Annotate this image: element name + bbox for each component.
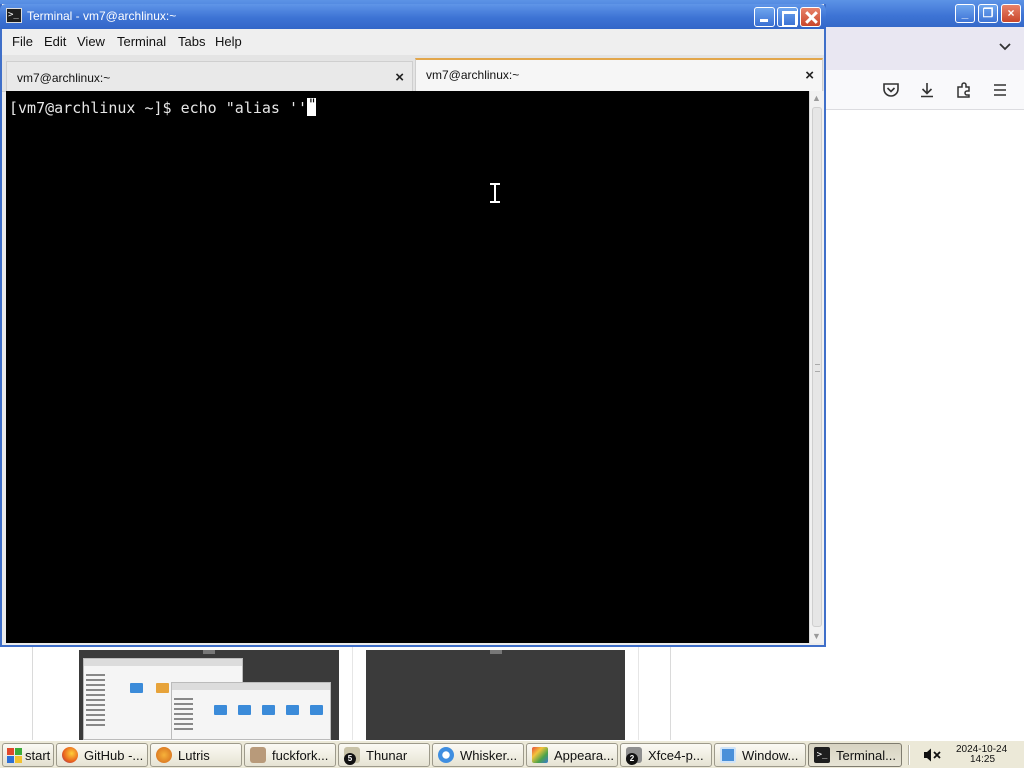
tab-terminal-1[interactable]: vm7@archlinux:~ ×: [6, 61, 413, 92]
firefox-icon: [62, 747, 78, 763]
taskbar-item-label: Lutris: [178, 748, 210, 763]
start-label: start: [25, 748, 51, 763]
command-text: echo "alias '': [180, 99, 308, 117]
prompt: [vm7@archlinux ~]$: [9, 99, 181, 117]
extensions-icon[interactable]: [953, 79, 975, 101]
command-line: [vm7@archlinux ~]$ echo "alias '' ": [9, 97, 317, 117]
minimize-button[interactable]: [754, 7, 775, 27]
text-cursor: ": [307, 97, 317, 116]
cursor-char: ": [308, 97, 317, 113]
clock-time[interactable]: 14:25: [970, 754, 995, 765]
divider: [638, 640, 639, 740]
chevron-down-icon[interactable]: [998, 39, 1012, 55]
terminal-icon: >_: [814, 747, 830, 763]
menu-icon[interactable]: [989, 79, 1011, 101]
screenshot-thumbnail[interactable]: [79, 650, 339, 740]
taskbar-item-whisker[interactable]: Whisker...: [432, 743, 524, 767]
taskbar-item-thunar[interactable]: 5 Thunar: [338, 743, 430, 767]
taskbar-item-appearance[interactable]: Appeara...: [526, 743, 618, 767]
start-icon: [7, 748, 23, 764]
divider: [670, 640, 671, 740]
browser-close-button[interactable]: ×: [1001, 4, 1021, 23]
maximize-button[interactable]: [777, 7, 798, 27]
taskbar-item-label: Window...: [742, 748, 799, 763]
whisker-icon: [438, 747, 454, 763]
taskbar-item-label: Xfce4-p...: [648, 748, 704, 763]
window-count-badge: 2: [626, 753, 638, 765]
taskbar-item-label: Whisker...: [460, 748, 518, 763]
scrollbar[interactable]: ▲ ▼: [809, 91, 824, 643]
taskbar-item-fuckfork[interactable]: fuckfork...: [244, 743, 336, 767]
window-icon: [720, 747, 736, 763]
menu-view[interactable]: View: [77, 34, 105, 49]
tab-label: vm7@archlinux:~: [426, 68, 520, 82]
taskbar-item-xfce4-panel[interactable]: 2 Xfce4-p...: [620, 743, 712, 767]
download-icon[interactable]: [916, 79, 938, 101]
close-button[interactable]: [800, 7, 821, 27]
divider: [352, 640, 353, 740]
taskbar-item-label: Appeara...: [554, 748, 614, 763]
taskbar-item-label: Thunar: [366, 748, 408, 763]
thumbnail-handle: [489, 650, 502, 654]
menu-help[interactable]: Help: [215, 34, 242, 49]
ibeam-cursor-icon: [490, 183, 500, 203]
volume-muted-icon[interactable]: [922, 747, 942, 763]
screenshot-thumbnail[interactable]: [366, 650, 625, 740]
taskbar-item-label: Terminal...: [836, 748, 896, 763]
lutris-icon: [156, 747, 172, 763]
terminal-window: >_ Terminal - vm7@archlinux:~ File Edit …: [0, 4, 826, 647]
divider: [32, 640, 33, 740]
window-count-badge: 5: [344, 753, 356, 765]
taskbar: start GitHub -... Lutris fuckfork... 5 T…: [0, 740, 1024, 768]
menu-edit[interactable]: Edit: [44, 34, 66, 49]
taskbar-item-label: GitHub -...: [84, 748, 144, 763]
terminal-titlebar[interactable]: >_ Terminal - vm7@archlinux:~: [0, 4, 826, 29]
browser-minimize-button[interactable]: _: [955, 4, 975, 23]
taskbar-item-github[interactable]: GitHub -...: [56, 743, 148, 767]
taskbar-item-window[interactable]: Window...: [714, 743, 806, 767]
taskbar-item-label: fuckfork...: [272, 748, 329, 763]
scrollbar-thumb[interactable]: [812, 107, 822, 627]
tray-separator: [908, 745, 910, 765]
taskbar-item-terminal[interactable]: >_ Terminal...: [808, 743, 902, 767]
scroll-down-icon[interactable]: ▼: [812, 631, 821, 641]
app-icon: [250, 747, 266, 763]
close-icon[interactable]: ×: [805, 67, 814, 84]
menu-tabs[interactable]: Tabs: [178, 34, 205, 49]
tab-label: vm7@archlinux:~: [17, 71, 111, 85]
close-icon[interactable]: ×: [395, 69, 404, 86]
terminal-icon[interactable]: >_: [6, 8, 22, 23]
scrollbar-grip: [815, 364, 820, 372]
start-button[interactable]: start: [2, 743, 54, 767]
menu-file[interactable]: File: [12, 34, 33, 49]
tab-bar: vm7@archlinux:~ × vm7@archlinux:~ ×: [2, 55, 824, 92]
terminal-output[interactable]: [vm7@archlinux ~]$ echo "alias '' ": [6, 91, 809, 643]
window-title: Terminal - vm7@archlinux:~: [27, 9, 177, 23]
thumbnail-file-manager: [171, 682, 331, 740]
thumbnail-handle: [203, 650, 215, 654]
tab-terminal-2[interactable]: vm7@archlinux:~ ×: [415, 58, 823, 92]
menubar: File Edit View Terminal Tabs Help: [2, 29, 824, 55]
browser-restore-button[interactable]: ❐: [978, 4, 998, 23]
menu-terminal[interactable]: Terminal: [117, 34, 166, 49]
pocket-icon[interactable]: [880, 79, 902, 101]
taskbar-item-lutris[interactable]: Lutris: [150, 743, 242, 767]
appearance-icon: [532, 747, 548, 763]
scroll-up-icon[interactable]: ▲: [812, 93, 821, 103]
